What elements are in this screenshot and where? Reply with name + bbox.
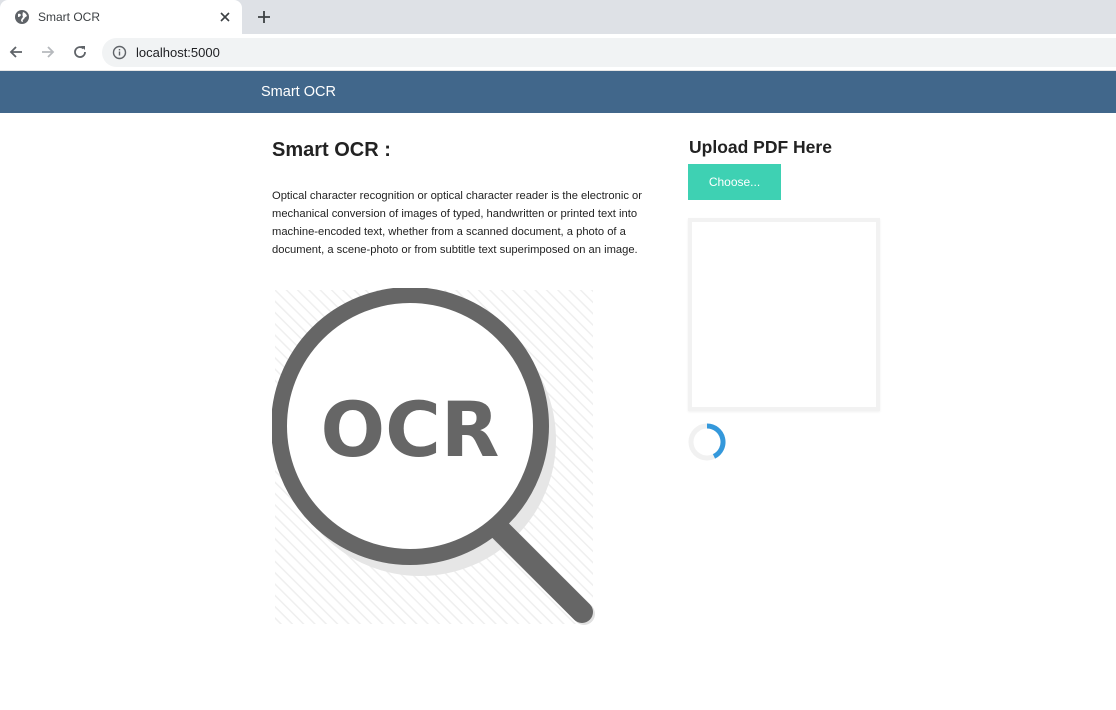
pdf-preview-box [688,218,880,411]
browser-toolbar: localhost:5000 [0,34,1116,71]
ocr-image-text: OCR [321,385,500,474]
tab-title: Smart OCR [38,10,101,24]
info-icon[interactable] [112,45,127,60]
browser-tabstrip: Smart OCR [0,0,1116,34]
forward-arrow-icon[interactable] [39,43,57,61]
browser-tab[interactable]: Smart OCR [0,0,242,34]
app-navbar: Smart OCR [0,71,1116,113]
ocr-description: Optical character recognition or optical… [272,190,642,256]
choose-file-button[interactable]: Choose... [688,164,781,200]
globe-icon [15,10,29,24]
close-icon[interactable] [216,8,234,26]
upload-heading: Upload PDF Here [689,137,832,157]
navbar-brand[interactable]: Smart OCR [261,84,336,100]
page-title: Smart OCR : [272,139,391,161]
loading-spinner-icon [688,423,726,461]
plus-icon[interactable] [255,8,273,26]
back-arrow-icon[interactable] [7,43,25,61]
ocr-magnifier-image: OCR [272,288,595,625]
reload-icon[interactable] [71,43,89,61]
url-text[interactable]: localhost:5000 [136,45,220,60]
address-bar[interactable]: localhost:5000 [102,38,1116,67]
